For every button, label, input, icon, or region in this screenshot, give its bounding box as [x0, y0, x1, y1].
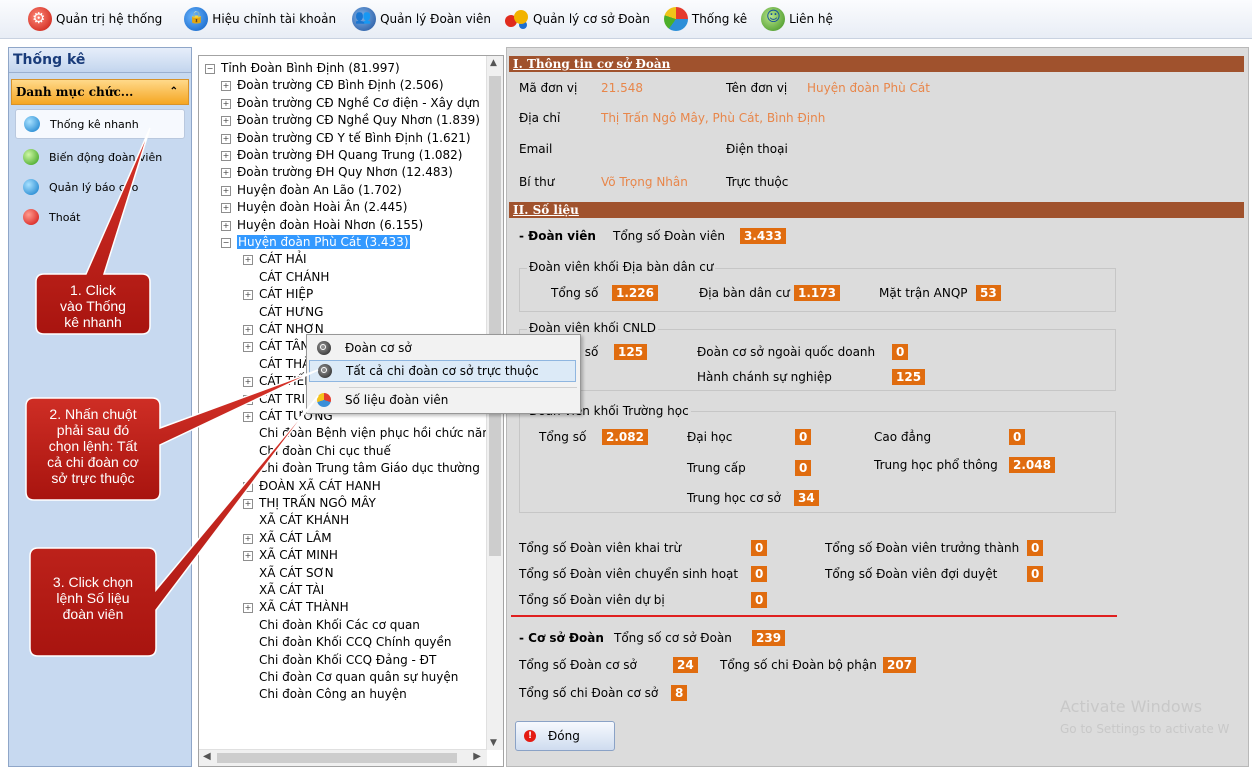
callout-layer [25, 127, 319, 657]
callout-2-text: 2. Nhấn chuột phải sau đó chọn lệnh: Tất… [47, 406, 139, 486]
callout-1-text: 1. Click vào Thống kê nhanh [60, 282, 126, 330]
callout-3-text: 3. Click chọn lệnh Số liệu đoàn viên [52, 574, 134, 622]
